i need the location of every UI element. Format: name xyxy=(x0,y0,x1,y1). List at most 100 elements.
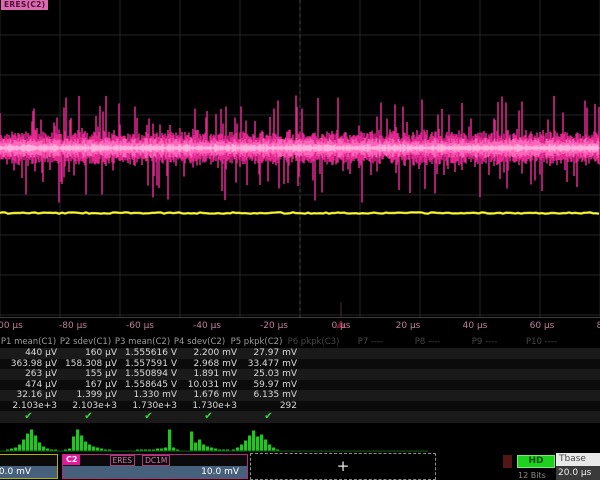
c2-channel-chip: C2 xyxy=(63,455,80,465)
param-value-cell: 10.031 mV xyxy=(180,380,240,391)
param-value-cell: 167 µV xyxy=(60,380,120,391)
param-status-check xyxy=(360,411,420,423)
timebase-box[interactable]: Tbase 20.0 µs xyxy=(556,453,600,480)
c2-vdiv: 10.0 mV xyxy=(63,466,247,478)
param-value-cell: 263 µV xyxy=(0,369,60,380)
time-axis-label: 40 µs xyxy=(463,321,488,331)
param-value-cell: 1.891 mV xyxy=(180,369,240,380)
param-status-check: ✔ xyxy=(60,411,120,423)
measurement-table: P1 mean(C1)P2 sdev(C1)P3 mean(C2)P4 sdev… xyxy=(0,336,600,423)
param-value-cell: 1.730e+3 xyxy=(120,401,180,412)
param-value-cell xyxy=(540,359,600,370)
param-value-cell: 1.330 mV xyxy=(120,390,180,401)
param-value-cell: 1.550894 V xyxy=(120,369,180,380)
param-value-cell xyxy=(360,369,420,380)
param-status-check xyxy=(540,411,600,423)
param-value-cell xyxy=(480,380,540,391)
histicon[interactable] xyxy=(232,431,279,451)
param-value-cell: 1.557591 V xyxy=(120,359,180,370)
histicon[interactable] xyxy=(6,430,57,451)
param-value-cell: 363.98 µV xyxy=(0,359,60,370)
param-value-cell: 155 µV xyxy=(60,369,120,380)
param-value-cell: 2.968 mV xyxy=(180,359,240,370)
param-value-cell xyxy=(480,359,540,370)
param-value-cell xyxy=(300,369,360,380)
param-value-cell xyxy=(540,401,600,412)
param-value-cell xyxy=(540,390,600,401)
param-value-cell: 160 µV xyxy=(60,348,120,359)
param-value-cell: 2.103e+3 xyxy=(0,401,60,412)
param-status-check xyxy=(480,411,540,423)
param-value-cell xyxy=(360,348,420,359)
c2-trace[interactable] xyxy=(0,96,599,203)
add-trace-button[interactable]: + xyxy=(250,453,436,480)
param-header-cell[interactable]: P10 ---- xyxy=(513,336,570,348)
hd-mode-indicator[interactable]: HD xyxy=(517,455,555,468)
param-header-cell[interactable]: P5 pkpk(C2) xyxy=(228,336,285,348)
param-value-cell xyxy=(300,380,360,391)
param-value-cell xyxy=(300,390,360,401)
timebase-value: 20.0 µs xyxy=(556,466,600,480)
time-axis-label: 80 µs xyxy=(597,321,600,331)
param-value-cell xyxy=(300,359,360,370)
param-value-cell xyxy=(300,348,360,359)
c1-descriptor-box[interactable]: DC1M 10.0 mV xyxy=(0,454,58,479)
param-value-cell xyxy=(420,359,480,370)
time-axis: -100 µs-80 µs-60 µs-40 µs-20 µs0 µs20 µs… xyxy=(0,318,600,334)
param-header-cell[interactable]: P1 mean(C1) xyxy=(0,336,57,348)
param-value-cell: 27.97 mV xyxy=(240,348,300,359)
param-header-cell[interactable]: P2 sdev(C1) xyxy=(57,336,114,348)
param-status-check xyxy=(420,411,480,423)
param-header-cell[interactable]: P3 mean(C2) xyxy=(114,336,171,348)
trace-annotation[interactable]: ERES(C2) xyxy=(1,0,48,10)
time-axis-label: -80 µs xyxy=(59,321,87,331)
param-value-cell xyxy=(480,390,540,401)
param-status-check: ✔ xyxy=(120,411,180,423)
param-value-cell xyxy=(420,369,480,380)
param-value-cell: 440 µV xyxy=(0,348,60,359)
histicon-row xyxy=(0,426,600,455)
param-header-cell[interactable]: P7 ---- xyxy=(342,336,399,348)
c1-vdiv: 10.0 mV xyxy=(0,466,57,478)
time-axis-label: -100 µs xyxy=(0,321,23,331)
time-axis-label: 0 µs xyxy=(331,321,350,331)
time-axis-label: -20 µs xyxy=(260,321,288,331)
param-header-cell[interactable]: P9 ---- xyxy=(456,336,513,348)
param-value-cell xyxy=(480,348,540,359)
param-status-check: ✔ xyxy=(240,411,300,423)
param-value-cell xyxy=(540,348,600,359)
histicon[interactable] xyxy=(190,432,229,451)
time-axis-label: 60 µs xyxy=(530,321,555,331)
param-value-cell: 2.200 mV xyxy=(180,348,240,359)
histicon[interactable] xyxy=(136,430,179,451)
c1-trace[interactable] xyxy=(0,212,599,213)
param-value-cell xyxy=(540,380,600,391)
param-value-cell: 2.103e+3 xyxy=(60,401,120,412)
param-value-cell xyxy=(420,401,480,412)
trigger-box-edge xyxy=(503,455,512,468)
time-axis-label: -40 µs xyxy=(193,321,221,331)
param-value-cell: 6.135 mV xyxy=(240,390,300,401)
param-value-cell xyxy=(480,401,540,412)
param-header-cell[interactable]: P8 ---- xyxy=(399,336,456,348)
param-value-cell: 1.555616 V xyxy=(120,348,180,359)
c2-eres-badge: ERES xyxy=(110,455,135,466)
waveform-area xyxy=(0,0,600,334)
param-header-cell[interactable]: P6 pkpk(C3) xyxy=(285,336,342,348)
param-value-cell: 474 µV xyxy=(0,380,60,391)
param-value-cell: 25.03 mV xyxy=(240,369,300,380)
param-header-cell[interactable]: P4 sdev(C2) xyxy=(171,336,228,348)
param-value-cell: 33.477 mV xyxy=(240,359,300,370)
histicon[interactable] xyxy=(64,430,111,451)
param-value-cell: 59.97 mV xyxy=(240,380,300,391)
hd-bits-label: 12 Bits xyxy=(518,471,546,480)
timebase-label: Tbase xyxy=(556,453,600,466)
param-value-cell xyxy=(360,380,420,391)
c2-descriptor-box[interactable]: C2 ERES DC1M 10.0 mV xyxy=(62,454,248,479)
param-value-cell xyxy=(360,390,420,401)
param-value-cell: 158.308 µV xyxy=(60,359,120,370)
param-value-cell xyxy=(540,369,600,380)
param-value-cell: 1.730e+3 xyxy=(180,401,240,412)
param-value-cell: 1.558645 V xyxy=(120,380,180,391)
param-value-cell xyxy=(480,369,540,380)
